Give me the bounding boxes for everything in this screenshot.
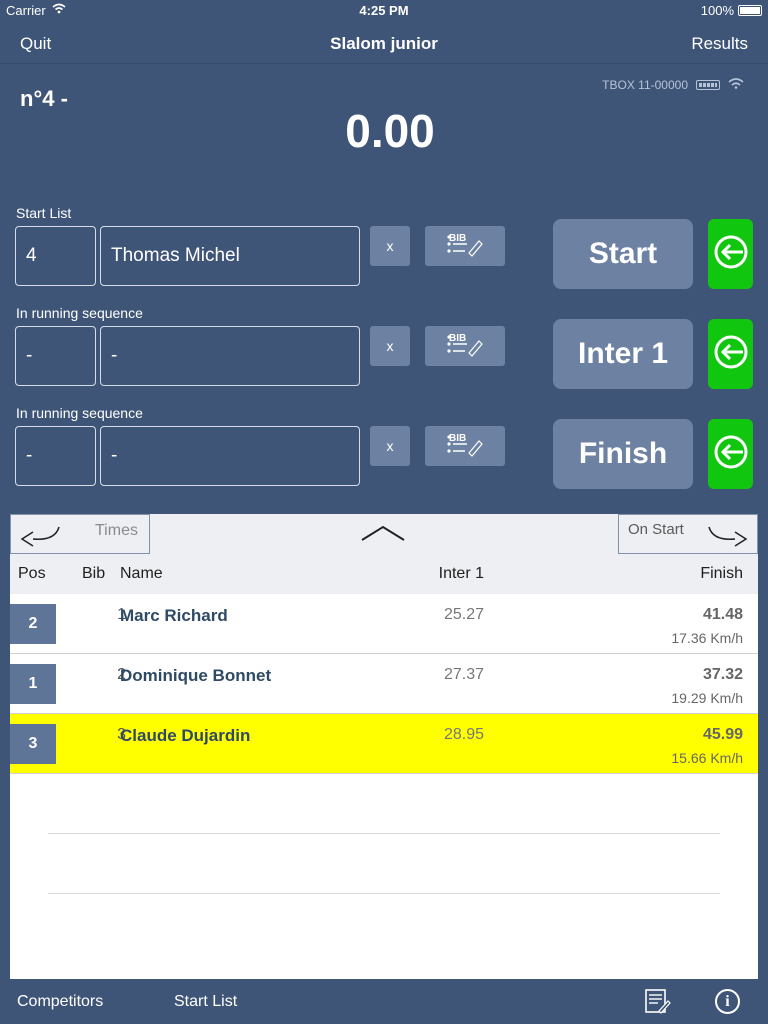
row-label-start-list: Start List [16,205,72,221]
inter-trigger-button[interactable] [708,319,753,389]
header-finish: Finish [700,565,743,582]
page-title: Slalom junior [330,34,438,53]
row-label-finish: In running sequence [16,405,143,421]
inter-name-input[interactable]: - [100,326,360,386]
on-start-tab[interactable]: On Start [618,514,758,554]
table-row-highlighted[interactable]: 3 3 Claude Dujardin 28.95 45.99 15.66 Km… [10,714,758,774]
row-finish: 45.99 [702,726,743,743]
on-start-tab-label: On Start [628,521,684,538]
bib-edit-label: BIB [449,233,467,244]
table-row[interactable]: 1 2 Dominique Bonnet 27.37 37.32 19.29 K… [10,654,758,714]
battery-icon [738,5,762,16]
competitors-button[interactable]: Competitors [17,993,103,1011]
info-icon[interactable]: i [715,989,740,1014]
start-trigger-button[interactable] [708,219,753,289]
bottom-toolbar: Competitors Start List i [0,980,768,1024]
header-pos: Pos [18,565,46,582]
row-name: Claude Dujardin [120,726,251,745]
results-panel: Times On Start Pos Bib Name Inter 1 Fini… [10,514,758,979]
curved-left-arrow-icon [19,523,61,552]
position-badge: 1 [10,664,56,704]
times-tab[interactable]: Times [10,514,150,554]
race-timer: 0.00 [345,105,435,157]
row-inter: 28.95 [443,726,484,743]
device-status: TBOX 11-00000 [602,77,744,92]
row-speed: 19.29 Km/h [671,690,743,706]
header-name: Name [120,565,163,582]
times-tab-label: Times [95,522,138,539]
bib-edit-label: BIB [449,433,467,444]
start-bib-input[interactable]: 4 [15,226,96,286]
document-edit-icon[interactable] [645,989,671,1020]
curved-right-arrow-icon [707,523,749,552]
inter-bib-input[interactable]: - [15,326,96,386]
enter-arrow-icon [713,434,749,475]
start-name-input[interactable]: Thomas Michel [100,226,360,286]
battery-percent: 100% [700,3,734,18]
enter-arrow-icon [713,334,749,375]
start-button[interactable]: Start [553,219,693,289]
finish-name-input[interactable]: - [100,426,360,486]
status-bar: Carrier 4:25 PM 100% [0,0,768,20]
chevron-up-icon[interactable] [360,524,406,547]
row-speed: 17.36 Km/h [671,630,743,646]
position-badge: 3 [10,724,56,764]
row-label-inter: In running sequence [16,305,143,321]
row-name: Dominique Bonnet [120,666,272,685]
table-header: Pos Bib Name Inter 1 Finish [10,554,758,594]
panel-tab-bar: Times On Start [10,514,758,554]
enter-arrow-icon [713,234,749,275]
finish-bib-input[interactable]: - [15,426,96,486]
bib-edit-label: BIB [449,333,467,344]
start-list-button[interactable]: Start List [174,993,237,1011]
header-bib: Bib [82,565,106,582]
finish-button[interactable]: Finish [553,419,693,489]
clock: 4:25 PM [359,3,409,18]
row-finish: 41.48 [702,606,743,623]
start-bib-edit-button[interactable]: BIB [425,226,505,266]
row-name: Marc Richard [120,606,228,625]
finish-trigger-button[interactable] [708,419,753,489]
finish-clear-button[interactable]: x [370,426,410,466]
results-button[interactable]: Results [691,34,748,54]
row-speed: 15.66 Km/h [671,750,743,766]
empty-row-divider [48,893,720,894]
start-clear-button[interactable]: x [370,226,410,266]
nav-bar: Quit Slalom junior Results [0,20,768,64]
empty-row-divider [48,833,720,834]
position-badge: 2 [10,604,56,644]
inter-bib-edit-button[interactable]: BIB [425,326,505,366]
row-inter: 25.27 [443,606,484,623]
row-inter: 27.37 [443,666,484,683]
inter-1-button[interactable]: Inter 1 [553,319,693,389]
device-battery-icon [696,79,720,90]
row-finish: 37.32 [702,666,743,683]
inter-clear-button[interactable]: x [370,326,410,366]
device-id: TBOX 11-00000 [602,77,688,92]
table-row[interactable]: 2 1 Marc Richard 25.27 41.48 17.36 Km/h [10,594,758,654]
finish-bib-edit-button[interactable]: BIB [425,426,505,466]
header-inter: Inter 1 [438,565,484,582]
device-wifi-icon [728,77,744,92]
